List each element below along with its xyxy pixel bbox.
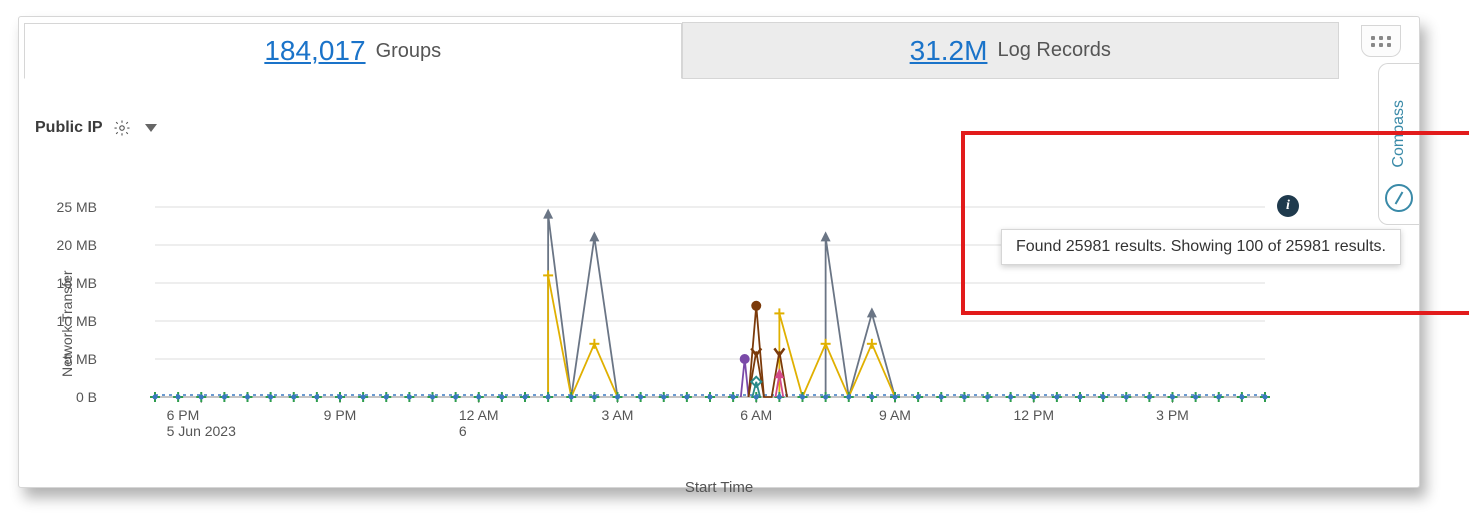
x-tick: 12 AM6 — [459, 407, 499, 439]
x-axis-label: Start Time — [685, 479, 753, 496]
x-tick: 6 PM5 Jun 2023 — [167, 407, 236, 439]
y-tick: 10 MB — [57, 313, 97, 329]
chevron-down-icon — [145, 124, 157, 132]
drag-handle-icon[interactable] — [1361, 25, 1401, 57]
group-by-dropdown[interactable]: Public IP — [35, 119, 1419, 137]
y-tick: 0 B — [76, 389, 97, 405]
info-icon[interactable]: i — [1277, 195, 1299, 217]
x-tick: 9 PM — [324, 407, 357, 423]
result-tabs: 184,017 Groups 31.2M Log Records — [24, 22, 1339, 79]
x-tick: 12 PM — [1014, 407, 1054, 423]
logs-count: 31.2M — [910, 35, 988, 67]
gear-icon[interactable] — [113, 119, 131, 137]
logs-label: Log Records — [997, 39, 1110, 62]
groups-count: 184,017 — [264, 35, 365, 67]
compass-label: Compass — [1390, 100, 1408, 174]
compass-icon — [1385, 184, 1413, 212]
chart-panel: Compass 184,017 Groups 31.2M Log Records… — [18, 16, 1420, 488]
x-tick: 6 AM — [740, 407, 772, 423]
results-tooltip: Found 25981 results. Showing 100 of 2598… — [1001, 229, 1401, 265]
groups-label: Groups — [376, 40, 442, 63]
y-tick: 20 MB — [57, 237, 97, 253]
x-tick: 3 AM — [602, 407, 634, 423]
y-tick: 15 MB — [57, 275, 97, 291]
group-by-label: Public IP — [35, 119, 103, 137]
compass-tab[interactable]: Compass — [1378, 63, 1419, 225]
x-tick: 9 AM — [879, 407, 911, 423]
y-tick: 25 MB — [57, 199, 97, 215]
tab-groups[interactable]: 184,017 Groups — [24, 23, 682, 79]
tab-log-records[interactable]: 31.2M Log Records — [682, 22, 1340, 78]
x-tick: 3 PM — [1156, 407, 1189, 423]
y-tick: 5 MB — [64, 351, 97, 367]
